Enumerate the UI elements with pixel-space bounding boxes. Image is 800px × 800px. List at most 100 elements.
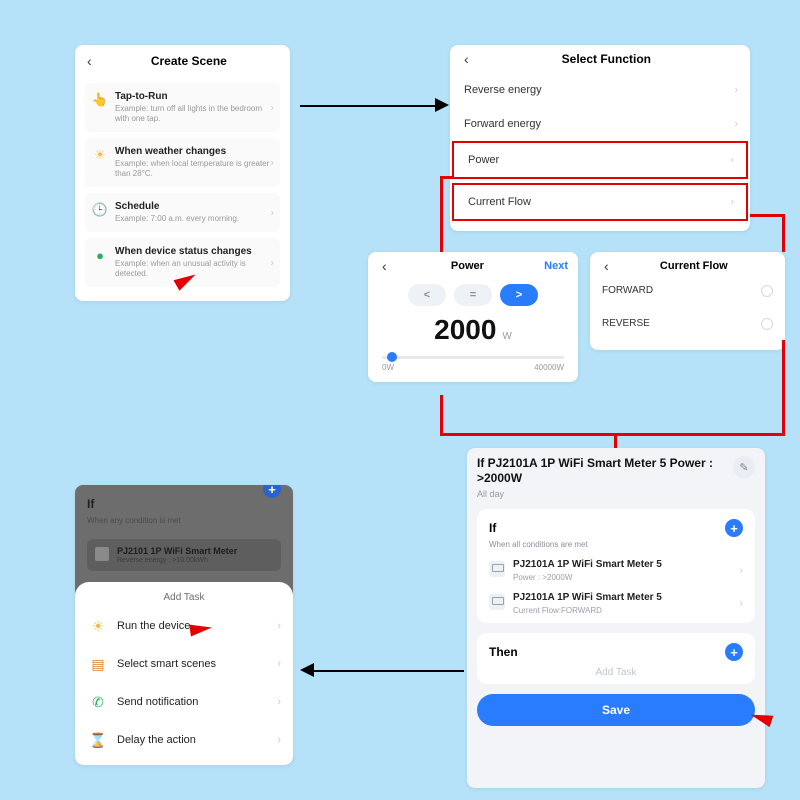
item-subtitle: Example: when local temperature is great… — [115, 159, 274, 179]
condition-name: PJ2101 1P WiFi Smart Meter — [117, 546, 237, 556]
cf-option-forward[interactable]: FORWARD — [600, 274, 775, 307]
item-title: When weather changes — [115, 146, 274, 157]
op-equal[interactable]: = — [454, 284, 492, 306]
item-title: When device status changes — [115, 246, 274, 257]
row-label: Reverse energy — [464, 84, 542, 96]
select-function-panel: ‹ Select Function Reverse energy › Forwa… — [450, 45, 750, 231]
back-icon[interactable]: ‹ — [460, 51, 473, 67]
radio-icon[interactable] — [761, 318, 773, 330]
condition-name: PJ2101A 1P WiFi Smart Meter 5 — [513, 559, 662, 571]
red-connector — [440, 176, 443, 252]
back-icon[interactable]: ‹ — [600, 258, 613, 274]
sun-icon: ☀ — [91, 146, 109, 164]
chevron-right-icon: › — [740, 598, 743, 609]
add-condition-button[interactable]: + — [263, 485, 281, 498]
add-task-placeholder: Add Task — [489, 667, 743, 678]
row-label: Forward energy — [464, 118, 541, 130]
radio-icon[interactable] — [761, 285, 773, 297]
hourglass-icon: ⌛ — [89, 731, 107, 749]
row-label: Send notification — [117, 696, 198, 708]
power-slider[interactable]: 0W 40000W — [382, 356, 564, 372]
scene-icon: ▤ — [89, 655, 107, 673]
device-icon — [95, 547, 109, 561]
item-title: Tap-to-Run — [115, 91, 274, 102]
red-connector — [782, 214, 785, 252]
back-icon[interactable]: ‹ — [83, 53, 96, 69]
edit-icon[interactable]: ✎ — [733, 456, 755, 478]
row-label: Delay the action — [117, 734, 196, 746]
range-max: 40000W — [534, 363, 564, 372]
chevron-right-icon: › — [735, 85, 738, 96]
chevron-right-icon: › — [271, 207, 274, 218]
power-panel: ‹ Power Next < = > 2000 W 0W 40000W — [368, 252, 578, 382]
scene-title: If PJ2101A 1P WiFi Smart Meter 5 Power :… — [477, 456, 733, 486]
condition-row[interactable]: PJ2101A 1P WiFi Smart Meter 5 Power : >2… — [489, 559, 743, 582]
cf-option-reverse[interactable]: REVERSE — [600, 307, 775, 340]
arrow-right-icon — [435, 98, 449, 112]
operator-group: < = > — [378, 284, 568, 306]
option-label: FORWARD — [602, 285, 653, 296]
row-label: Run the device — [117, 620, 190, 632]
row-label: Power — [468, 154, 499, 166]
chevron-right-icon: › — [731, 155, 734, 166]
add-task-sheet: Add Task ☀ Run the device › ▤ Select sma… — [75, 582, 293, 765]
power-title: Power — [391, 260, 544, 272]
row-label: Select smart scenes — [117, 658, 216, 670]
condition-row: PJ2101 1P WiFi Smart Meter Reverse energ… — [87, 539, 281, 571]
op-less-than[interactable]: < — [408, 284, 446, 306]
create-scene-title: Create Scene — [96, 54, 282, 68]
item-title: Schedule — [115, 201, 274, 212]
chevron-right-icon: › — [277, 696, 281, 708]
scene-item-schedule[interactable]: 🕒 Schedule Example: 7:00 a.m. every morn… — [85, 193, 280, 232]
bell-icon: ● — [91, 246, 109, 264]
task-send-notification[interactable]: ✆ Send notification › — [75, 683, 293, 721]
scene-subtitle: All day — [477, 489, 733, 499]
if-subtitle: When all conditions are met — [489, 540, 743, 549]
add-condition-button[interactable]: + — [725, 519, 743, 537]
add-task-button[interactable]: + — [725, 643, 743, 661]
option-label: REVERSE — [602, 318, 650, 329]
arrow-left-icon — [300, 663, 314, 677]
chevron-right-icon: › — [271, 157, 274, 168]
flow-arrow — [314, 670, 464, 672]
device-icon — [489, 594, 505, 610]
row-label: Current Flow — [468, 196, 531, 208]
chevron-right-icon: › — [277, 620, 281, 632]
chevron-right-icon: › — [740, 565, 743, 576]
chevron-right-icon: › — [271, 257, 274, 268]
chevron-right-icon: › — [277, 658, 281, 670]
save-button[interactable]: Save — [477, 694, 755, 726]
back-icon[interactable]: ‹ — [378, 258, 391, 274]
red-connector — [440, 433, 616, 436]
then-card: Then + Add Task — [477, 633, 755, 684]
task-select-scenes[interactable]: ▤ Select smart scenes › — [75, 645, 293, 683]
device-icon — [489, 561, 505, 577]
if-subtitle: When any condition is met — [87, 516, 281, 525]
fn-row-current-flow[interactable]: Current Flow › — [452, 183, 748, 221]
task-run-device[interactable]: ☀ Run the device › — [75, 607, 293, 645]
fn-row-reverse-energy[interactable]: Reverse energy › — [450, 73, 750, 107]
current-flow-title: Current Flow — [613, 260, 775, 272]
red-connector — [614, 433, 785, 436]
flow-arrow — [300, 105, 435, 107]
scene-item-weather[interactable]: ☀ When weather changes Example: when loc… — [85, 138, 280, 187]
fn-row-power[interactable]: Power › — [452, 141, 748, 179]
red-connector — [750, 214, 784, 217]
slider-thumb-icon[interactable] — [387, 352, 397, 362]
if-card: If + When all conditions are met PJ2101A… — [477, 509, 755, 623]
sun-icon: ☀ — [89, 617, 107, 635]
fn-row-forward-energy[interactable]: Forward energy › — [450, 107, 750, 141]
scene-summary-panel: If PJ2101A 1P WiFi Smart Meter 5 Power :… — [467, 448, 765, 788]
condition-detail: Reverse energy : >10.00kWh — [117, 557, 237, 564]
create-scene-panel: ‹ Create Scene 👆 Tap-to-Run Example: tur… — [75, 45, 290, 301]
if-label: If — [87, 497, 94, 511]
sheet-title: Add Task — [75, 592, 293, 603]
scene-item-tap-to-run[interactable]: 👆 Tap-to-Run Example: turn off all light… — [85, 83, 280, 132]
task-delay-action[interactable]: ⌛ Delay the action › — [75, 721, 293, 759]
op-greater-than[interactable]: > — [500, 284, 538, 306]
phone-icon: ✆ — [89, 693, 107, 711]
condition-row[interactable]: PJ2101A 1P WiFi Smart Meter 5 Current Fl… — [489, 592, 743, 615]
next-button[interactable]: Next — [544, 260, 568, 272]
item-subtitle: Example: turn off all lights in the bedr… — [115, 104, 274, 124]
current-flow-panel: ‹ Current Flow FORWARD REVERSE — [590, 252, 785, 350]
